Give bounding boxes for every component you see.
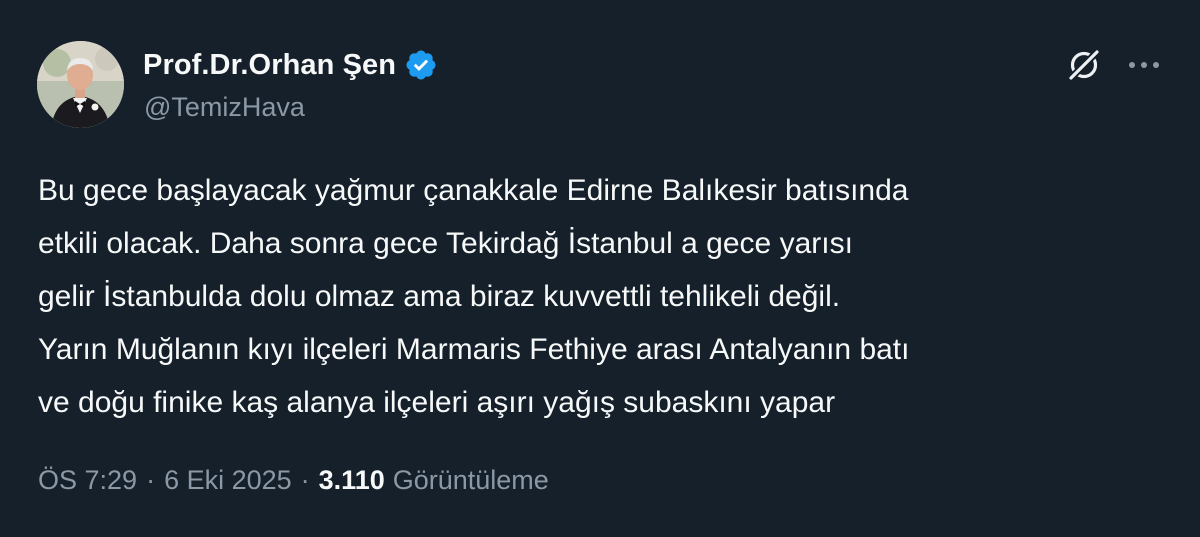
views-label: Görüntüleme <box>392 464 549 495</box>
tweet-card: Prof.Dr.Orhan Şen @TemizHava Bu gece baş… <box>0 0 1200 537</box>
verified-badge-icon[interactable] <box>404 48 438 82</box>
meta-separator: · <box>146 464 156 495</box>
tweet-time[interactable]: ÖS 7:29 <box>38 465 137 496</box>
tweet-text-line: Bu gece başlayacak yağmur çanakkale Edir… <box>38 174 909 207</box>
tweet-text-line: etkili olacak. Daha sonra gece Tekirdağ … <box>38 227 853 260</box>
tweet-meta: ÖS 7:29 · 6 Eki 2025 · 3.110 Görüntüleme <box>38 462 549 498</box>
views-count[interactable]: 3.110 <box>319 465 385 496</box>
more-horizontal-icon <box>1126 58 1162 76</box>
tweet-text-line: ve doğu finike kaş alanya ilçeleri aşırı… <box>38 386 836 419</box>
avatar-image <box>37 41 124 128</box>
author-name-row: Prof.Dr.Orhan Şen <box>143 44 438 86</box>
avatar[interactable] <box>37 41 124 128</box>
author-handle[interactable]: @TemizHava <box>144 92 305 123</box>
tweet-text-line: gelir İstanbulda dolu olmaz ama biraz ku… <box>38 280 841 313</box>
meta-separator: · <box>300 464 310 495</box>
tweet-date[interactable]: 6 Eki 2025 <box>164 465 292 496</box>
author-display-name[interactable]: Prof.Dr.Orhan Şen <box>143 49 396 82</box>
tweet-text-line: Yarın Muğlanın kıyı ilçeleri Marmaris Fe… <box>38 333 910 366</box>
grok-button[interactable] <box>1062 45 1106 89</box>
grok-icon <box>1066 47 1102 88</box>
more-options-button[interactable] <box>1122 45 1166 89</box>
tweet-text: Bu gece başlayacak yağmur çanakkale Edir… <box>38 164 1173 429</box>
